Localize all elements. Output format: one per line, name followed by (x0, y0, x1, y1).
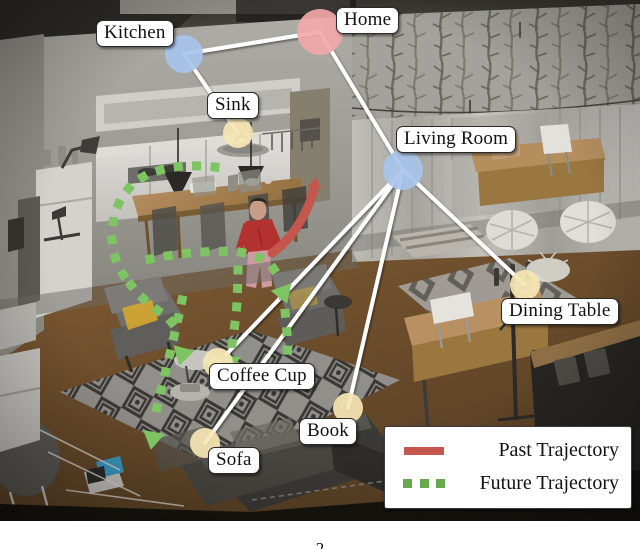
figure-caption-strip: 2 (0, 521, 640, 549)
node-label-living_room[interactable]: Living Room (396, 126, 517, 154)
figure-root: Home Kitchen Sink Living Room Dining Table Co… (0, 0, 640, 549)
node-label-dining_table[interactable]: Dining Table (501, 298, 619, 326)
legend-row-future: Future Trajectory (393, 467, 623, 500)
future-line-swatch (403, 479, 445, 488)
legend-label-past: Past Trajectory (498, 439, 619, 461)
figure-caption-partial: 2 (315, 539, 325, 549)
legend-label-future: Future Trajectory (479, 472, 619, 494)
legend-box: Past Trajectory Future Trajectory (384, 426, 632, 509)
scene-render: Home Kitchen Sink Living Room Dining Table Co… (0, 0, 640, 521)
node-label-book[interactable]: Book (299, 418, 357, 446)
past-line-swatch (404, 446, 444, 455)
legend-swatch-past (393, 446, 455, 455)
node-label-sink[interactable]: Sink (207, 92, 259, 120)
legend-swatch-future (393, 479, 455, 488)
node-label-coffee_cup[interactable]: Coffee Cup (209, 363, 315, 391)
node-label-kitchen[interactable]: Kitchen (96, 20, 174, 48)
legend-row-past: Past Trajectory (393, 434, 623, 467)
node-label-home[interactable]: Home (336, 7, 400, 35)
node-label-sofa[interactable]: Sofa (208, 447, 260, 475)
